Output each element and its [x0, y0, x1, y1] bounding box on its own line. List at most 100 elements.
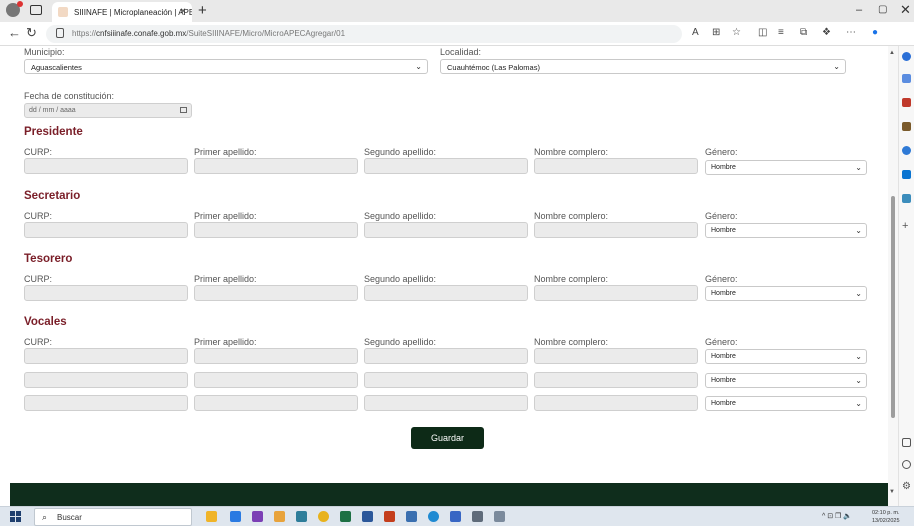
- genero-select[interactable]: Hombre ⌄: [705, 223, 867, 238]
- segundo-apellido-input[interactable]: [364, 222, 528, 238]
- genero-select[interactable]: Hombre ⌄: [705, 286, 867, 301]
- maximize-icon[interactable]: ▢: [878, 4, 887, 15]
- search-icon: ⌕: [42, 512, 48, 522]
- settings-gear-icon[interactable]: ⚙: [902, 482, 911, 492]
- copilot-icon[interactable]: ●: [872, 27, 878, 38]
- segundo-apellido-input[interactable]: [364, 348, 528, 364]
- segundo-apellido-input[interactable]: [364, 395, 528, 411]
- word-icon[interactable]: [362, 511, 373, 522]
- curp-input[interactable]: [24, 348, 188, 364]
- app-icon[interactable]: [472, 511, 483, 522]
- nombre-input[interactable]: [534, 222, 698, 238]
- minimize-icon[interactable]: –: [856, 4, 862, 16]
- save-button[interactable]: Guardar: [411, 427, 484, 449]
- app-available-icon[interactable]: ⊞: [712, 27, 720, 38]
- chevron-down-icon: ⌄: [855, 289, 862, 298]
- app-icon[interactable]: [406, 511, 417, 522]
- file-explorer-icon[interactable]: [206, 511, 217, 522]
- genero-label: Género:: [705, 147, 738, 157]
- scroll-down-icon[interactable]: ▼: [889, 489, 895, 495]
- nombre-label: Nombre complero:: [534, 211, 609, 221]
- primer-apellido-input[interactable]: [194, 348, 358, 364]
- nombre-input[interactable]: [534, 158, 698, 174]
- page-footer: [10, 483, 888, 506]
- segundo-apellido-input[interactable]: [364, 158, 528, 174]
- curp-input[interactable]: [24, 222, 188, 238]
- curp-input[interactable]: [24, 395, 188, 411]
- system-tray-icons[interactable]: ^ ⊡ ❐ 🔈: [822, 512, 852, 520]
- primer-apellido-input[interactable]: [194, 158, 358, 174]
- tab-close-icon[interactable]: ×: [180, 6, 186, 17]
- primer-apellido-input[interactable]: [194, 222, 358, 238]
- nombre-input[interactable]: [534, 285, 698, 301]
- nombre-input[interactable]: [534, 395, 698, 411]
- curp-input[interactable]: [24, 158, 188, 174]
- edge-icon[interactable]: [428, 511, 439, 522]
- favorite-star-icon[interactable]: ☆: [732, 27, 741, 38]
- calendar-icon[interactable]: [180, 107, 187, 113]
- office-icon[interactable]: [902, 146, 911, 155]
- genero-select[interactable]: Hombre ⌄: [705, 160, 867, 175]
- drop-icon[interactable]: [902, 194, 911, 203]
- scrollbar-thumb[interactable]: [891, 196, 895, 418]
- games-icon[interactable]: [902, 122, 911, 131]
- outlook-app-icon[interactable]: [230, 511, 241, 522]
- visual-studio-icon[interactable]: [252, 511, 263, 522]
- fecha-input[interactable]: dd / mm / aaaa: [24, 103, 192, 118]
- clock[interactable]: 02:10 p. m. 13/02/2025: [872, 509, 900, 525]
- primer-apellido-input[interactable]: [194, 395, 358, 411]
- profile-avatar-icon[interactable]: [6, 1, 23, 17]
- extensions-icon[interactable]: ❖: [822, 27, 831, 38]
- genero-select[interactable]: Hombre ⌄: [705, 349, 867, 364]
- page-content: Municipio: Aguascalientes ⌄ Localidad: C…: [0, 46, 888, 506]
- tab-actions-icon[interactable]: [30, 5, 42, 15]
- collections-icon[interactable]: ⧉: [800, 27, 807, 38]
- segundo-apellido-label: Segundo apellido:: [364, 147, 437, 157]
- chevron-down-icon: ⌄: [855, 352, 862, 361]
- search-icon[interactable]: [902, 52, 911, 61]
- nombre-input[interactable]: [534, 372, 698, 388]
- reload-icon[interactable]: ↻: [26, 25, 37, 41]
- taskbar-search[interactable]: ⌕ Buscar: [34, 508, 192, 526]
- favorites-list-icon[interactable]: ≡: [778, 27, 784, 38]
- url-text: https://cnfsiiinafe.conafe.gob.mx/SuiteS…: [72, 29, 346, 38]
- add-icon[interactable]: +: [902, 221, 911, 232]
- curp-input[interactable]: [24, 372, 188, 388]
- nombre-input[interactable]: [534, 348, 698, 364]
- segundo-apellido-input[interactable]: [364, 285, 528, 301]
- split-screen-icon[interactable]: ◫: [758, 27, 767, 38]
- new-tab-icon[interactable]: +: [198, 2, 207, 19]
- segundo-apellido-input[interactable]: [364, 372, 528, 388]
- scroll-up-icon[interactable]: ▲: [889, 50, 895, 56]
- curp-label: CURP:: [24, 211, 53, 221]
- genero-select[interactable]: Hombre ⌄: [705, 373, 867, 388]
- localidad-select[interactable]: Cuauhtémoc (Las Palomas) ⌄: [440, 59, 846, 74]
- genero-select[interactable]: Hombre ⌄: [705, 396, 867, 411]
- chevron-down-icon: ⌄: [855, 226, 862, 235]
- snipping-tool-icon[interactable]: [274, 511, 285, 522]
- primer-apellido-input[interactable]: [194, 285, 358, 301]
- read-aloud-icon[interactable]: A: [692, 27, 699, 38]
- open-external-icon[interactable]: [902, 460, 911, 469]
- shopping-icon[interactable]: [902, 74, 911, 83]
- more-menu-icon[interactable]: ⋯: [846, 27, 856, 38]
- curp-input[interactable]: [24, 285, 188, 301]
- tools-icon[interactable]: [902, 98, 911, 107]
- excel-icon[interactable]: [340, 511, 351, 522]
- back-arrow-icon[interactable]: ←: [8, 25, 21, 40]
- municipio-select[interactable]: Aguascalientes ⌄: [24, 59, 428, 74]
- browser-tab[interactable]: SIIINAFE | Microplaneación | APEC ×: [52, 2, 192, 22]
- powerpoint-icon[interactable]: [384, 511, 395, 522]
- sidebar-panel-icon[interactable]: [902, 438, 911, 447]
- primer-apellido-input[interactable]: [194, 372, 358, 388]
- chrome-icon[interactable]: [318, 511, 329, 522]
- app-icon[interactable]: [450, 511, 461, 522]
- municipio-value: Aguascalientes: [31, 63, 82, 72]
- close-window-icon[interactable]: ✕: [900, 2, 911, 18]
- outlook-icon[interactable]: [902, 170, 911, 179]
- sql-icon[interactable]: [296, 511, 307, 522]
- app-icon[interactable]: [494, 511, 505, 522]
- windows-start-icon[interactable]: [10, 511, 21, 522]
- address-bar[interactable]: https://cnfsiiinafe.conafe.gob.mx/SuiteS…: [46, 25, 682, 43]
- segundo-apellido-label: Segundo apellido:: [364, 337, 437, 347]
